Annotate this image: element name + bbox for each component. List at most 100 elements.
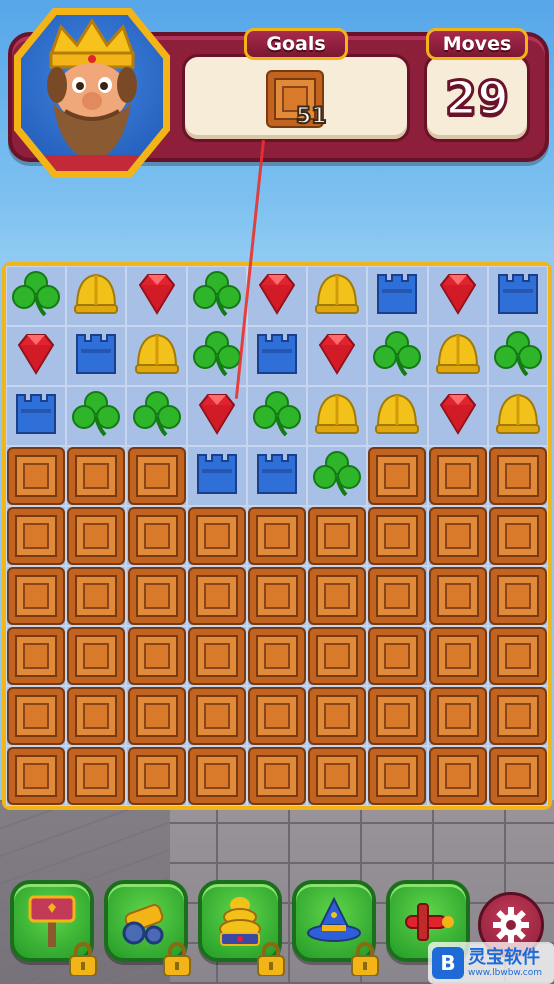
board-cell[interactable] xyxy=(367,566,428,626)
board-cell[interactable] xyxy=(367,746,428,806)
board-cell[interactable] xyxy=(66,686,127,746)
board-cell[interactable] xyxy=(367,386,428,446)
board-cell[interactable] xyxy=(6,746,67,806)
clover-icon xyxy=(370,327,424,385)
board-cell[interactable] xyxy=(6,506,67,566)
crate-tile xyxy=(247,567,306,625)
board-cell[interactable] xyxy=(126,446,187,506)
board-cell[interactable] xyxy=(367,506,428,566)
board-cell[interactable] xyxy=(487,506,548,566)
board-cell[interactable] xyxy=(246,746,308,806)
board-cell[interactable] xyxy=(186,266,247,326)
board-cell[interactable] xyxy=(427,626,488,686)
board-cell[interactable] xyxy=(427,686,488,746)
clover-icon xyxy=(9,267,63,325)
board-cell[interactable] xyxy=(427,266,488,326)
board-cell[interactable] xyxy=(367,326,428,386)
board-cell[interactable] xyxy=(487,386,548,446)
board-cell[interactable] xyxy=(307,446,368,506)
board-cell[interactable] xyxy=(246,386,308,446)
board-cell[interactable] xyxy=(126,506,187,566)
board-cell[interactable] xyxy=(66,566,127,626)
helmet-icon xyxy=(491,387,545,445)
board-cell[interactable] xyxy=(367,686,428,746)
board-cell[interactable] xyxy=(246,566,308,626)
board-cell[interactable] xyxy=(6,626,67,686)
board-cell[interactable] xyxy=(487,266,548,326)
clover-icon xyxy=(250,387,304,445)
board-cell[interactable] xyxy=(126,746,187,806)
board-cell[interactable] xyxy=(126,266,187,326)
booster-wizard-hat[interactable] xyxy=(292,880,379,976)
board-cell[interactable] xyxy=(6,326,67,386)
board-cell[interactable] xyxy=(186,746,247,806)
crate-tile xyxy=(308,567,367,625)
gem-icon xyxy=(130,267,184,325)
board-cell[interactable] xyxy=(66,626,127,686)
board-cell[interactable] xyxy=(307,386,368,446)
board-cell[interactable] xyxy=(186,566,247,626)
tower-icon xyxy=(190,447,244,505)
board-cell[interactable] xyxy=(6,386,67,446)
board-cell[interactable] xyxy=(126,626,187,686)
board-cell[interactable] xyxy=(487,686,548,746)
booster-cannon[interactable] xyxy=(104,880,191,976)
board-cell[interactable] xyxy=(487,326,548,386)
board-cell[interactable] xyxy=(6,446,67,506)
crate-tile xyxy=(7,567,66,625)
board-cell[interactable] xyxy=(246,266,308,326)
crate-tile xyxy=(7,747,66,805)
board-cell[interactable] xyxy=(427,386,488,446)
board-cell[interactable] xyxy=(6,566,67,626)
board-cell[interactable] xyxy=(126,566,187,626)
board-cell[interactable] xyxy=(6,266,67,326)
board-cell[interactable] xyxy=(487,446,548,506)
board-cell[interactable] xyxy=(487,626,548,686)
board-cell[interactable] xyxy=(307,626,368,686)
board-cell[interactable] xyxy=(186,626,247,686)
board-cell[interactable] xyxy=(186,506,247,566)
board-cell[interactable] xyxy=(307,566,368,626)
crate-tile xyxy=(488,447,547,505)
board-cell[interactable] xyxy=(66,386,127,446)
board-cell[interactable] xyxy=(307,266,368,326)
board-cell[interactable] xyxy=(246,506,308,566)
board-cell[interactable] xyxy=(186,686,247,746)
airplane-icon xyxy=(405,903,454,941)
crate-tile xyxy=(127,627,186,685)
booster-beehive[interactable] xyxy=(198,880,285,976)
board-cell[interactable] xyxy=(246,446,308,506)
board-cell[interactable] xyxy=(307,326,368,386)
board-cell[interactable] xyxy=(487,746,548,806)
board-cell[interactable] xyxy=(427,446,488,506)
board-cell[interactable] xyxy=(66,506,127,566)
board-cell[interactable] xyxy=(427,566,488,626)
goal-count: 51 xyxy=(295,103,328,130)
board-grid xyxy=(6,266,548,806)
board-cell[interactable] xyxy=(186,446,247,506)
board-cell[interactable] xyxy=(126,686,187,746)
board-cell[interactable] xyxy=(427,326,488,386)
board-cell[interactable] xyxy=(246,326,308,386)
board-cell[interactable] xyxy=(307,506,368,566)
board-cell[interactable] xyxy=(66,326,127,386)
board-cell[interactable] xyxy=(367,446,428,506)
board-cell[interactable] xyxy=(427,746,488,806)
booster-hammer[interactable] xyxy=(10,880,97,976)
board-cell[interactable] xyxy=(66,446,127,506)
board-cell[interactable] xyxy=(427,506,488,566)
board-cell[interactable] xyxy=(307,686,368,746)
board-cell[interactable] xyxy=(246,626,308,686)
board-cell[interactable] xyxy=(307,746,368,806)
board-cell[interactable] xyxy=(367,626,428,686)
lock-icon xyxy=(69,942,97,976)
board-cell[interactable] xyxy=(246,686,308,746)
board-cell[interactable] xyxy=(487,566,548,626)
board-cell[interactable] xyxy=(66,746,127,806)
board-cell[interactable] xyxy=(6,686,67,746)
board-cell[interactable] xyxy=(66,266,127,326)
board-cell[interactable] xyxy=(367,266,428,326)
tower-icon xyxy=(491,267,545,325)
board-cell[interactable] xyxy=(126,386,187,446)
board-cell[interactable] xyxy=(126,326,187,386)
